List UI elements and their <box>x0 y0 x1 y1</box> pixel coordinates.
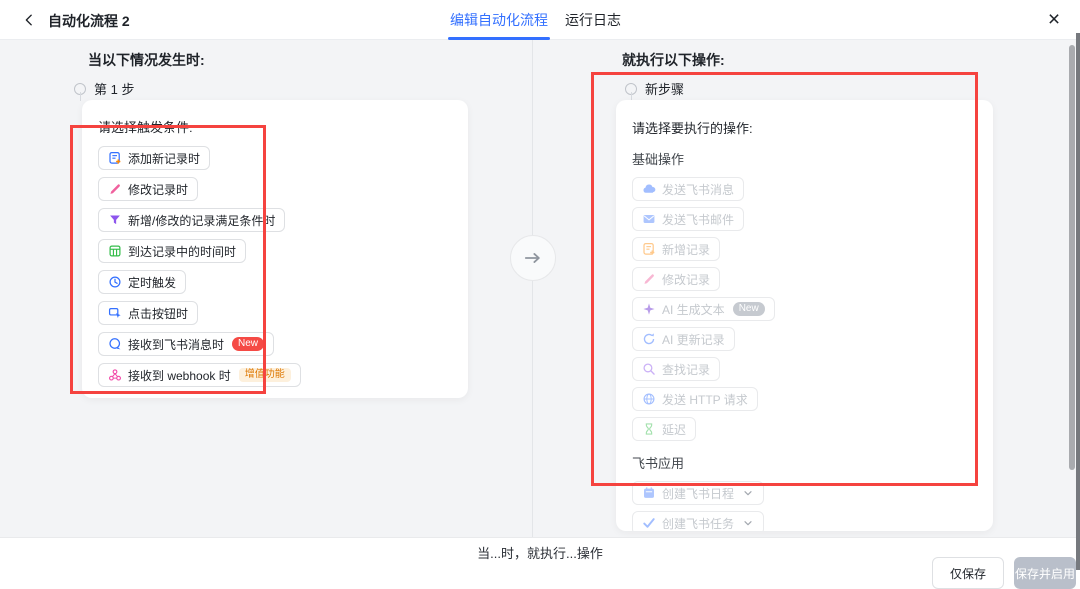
action-button[interactable]: AI 生成文本 New <box>632 297 775 321</box>
record-add-icon <box>642 242 656 256</box>
action-button[interactable]: 查找记录 <box>632 357 720 381</box>
close-icon[interactable]: × <box>1040 6 1068 34</box>
sparkle-icon <box>642 302 656 316</box>
funnel-icon <box>108 213 122 227</box>
record-add-icon <box>108 151 122 165</box>
column-divider <box>532 40 533 537</box>
trigger-card-title: 请选择触发条件: <box>98 117 452 136</box>
search-icon <box>642 362 656 376</box>
button-label: 点击按钮时 <box>128 305 188 322</box>
trigger-card: 请选择触发条件: 添加新记录时修改记录时新增/修改的记录满足条件时到达记录中的时… <box>82 100 468 398</box>
page-title: 自动化流程 2 <box>48 11 130 31</box>
button-label: 添加新记录时 <box>128 150 200 167</box>
flow-summary-text: 当...时，就执行...操作 <box>0 543 1080 562</box>
trigger-button[interactable]: 点击按钮时 <box>98 301 198 325</box>
action-card: 请选择要执行的操作: 基础操作发送飞书消息发送飞书邮件新增记录修改记录 AI 生成… <box>616 100 993 531</box>
chat-icon <box>108 337 122 351</box>
button-label: 接收到飞书消息时 <box>128 336 224 353</box>
active-tab-underline <box>448 37 550 40</box>
step-connector-line <box>80 92 81 101</box>
trigger-button[interactable]: 接收到 webhook 时增值功能 <box>98 363 301 387</box>
save-and-enable-button[interactable]: 保存并启用 <box>1014 557 1076 589</box>
action-button[interactable]: 发送 HTTP 请求 <box>632 387 758 411</box>
trigger-button[interactable]: 定时触发 <box>98 270 186 294</box>
badge-orange: 增值功能 <box>239 368 291 382</box>
button-label: 创建飞书日程 <box>662 485 734 502</box>
action-button[interactable]: 修改记录 <box>632 267 720 291</box>
action-section-title: 飞书应用 <box>632 453 977 472</box>
new-step-radio-row[interactable]: 新步骤 <box>625 79 684 98</box>
button-label: 延迟 <box>662 421 686 438</box>
action-button[interactable]: 创建飞书日程 <box>632 481 764 505</box>
action-button[interactable]: 发送飞书消息 <box>632 177 744 201</box>
step-label: 第 1 步 <box>94 79 134 98</box>
tab-log-label: 运行日志 <box>565 12 621 28</box>
trigger-button[interactable]: 新增/修改的记录满足条件时 <box>98 208 285 232</box>
button-label: 修改记录时 <box>128 181 188 198</box>
badge-red: New <box>232 337 264 351</box>
trigger-button[interactable]: 修改记录时 <box>98 177 198 201</box>
button-label: 查找记录 <box>662 361 710 378</box>
action-section-title: 基础操作 <box>632 149 977 168</box>
back-button[interactable] <box>18 9 40 31</box>
action-sections: 基础操作发送飞书消息发送飞书邮件新增记录修改记录 AI 生成文本 New AI 更新记… <box>632 149 977 531</box>
chevron-down-icon <box>742 487 754 499</box>
action-button[interactable]: 新增记录 <box>632 237 720 261</box>
save-only-button[interactable]: 仅保存 <box>932 557 1004 589</box>
footer-bar: 当...时，就执行...操作 仅保存 保存并启用 <box>0 537 1080 570</box>
pencil-icon <box>642 272 656 286</box>
action-button[interactable]: 延迟 <box>632 417 696 441</box>
action-button[interactable]: 创建飞书任务 <box>632 511 764 531</box>
button-label: 发送 HTTP 请求 <box>662 391 748 408</box>
globe-icon <box>642 392 656 406</box>
button-label: 定时触发 <box>128 274 176 291</box>
button-label: 到达记录中的时间时 <box>128 243 236 260</box>
action-column-heading: 就执行以下操作: <box>622 50 725 70</box>
flow-arrow-button <box>510 235 556 281</box>
button-label: 发送飞书消息 <box>662 181 734 198</box>
cursor-click-icon <box>108 306 122 320</box>
action-card-title: 请选择要执行的操作: <box>632 118 977 137</box>
button-label: 接收到 webhook 时 <box>128 367 231 384</box>
trigger-list: 添加新记录时修改记录时新增/修改的记录满足条件时到达记录中的时间时定时触发点击按… <box>98 146 452 387</box>
action-button[interactable]: 发送飞书邮件 <box>632 207 744 231</box>
step-1-radio-row[interactable]: 第 1 步 <box>74 79 134 98</box>
button-label: 发送飞书邮件 <box>662 211 734 228</box>
action-button[interactable]: AI 更新记录 <box>632 327 735 351</box>
button-label: 新增/修改的记录满足条件时 <box>128 212 275 229</box>
button-label: 新增记录 <box>662 241 710 258</box>
refresh-icon <box>642 332 656 346</box>
tab-run-log[interactable]: 运行日志 <box>565 0 621 40</box>
cloud-icon <box>642 182 656 196</box>
webhook-icon <box>108 368 122 382</box>
vertical-scrollbar[interactable] <box>1069 45 1075 470</box>
button-label: AI 更新记录 <box>662 331 725 348</box>
editor-canvas: 当以下情况发生时: 第 1 步 请选择触发条件: 添加新记录时修改记录时新增/修… <box>0 40 1080 537</box>
tab-edit-automation[interactable]: 编辑自动化流程 <box>450 0 548 40</box>
chevron-left-icon <box>22 13 36 27</box>
calendar-icon <box>642 486 656 500</box>
pencil-icon <box>108 182 122 196</box>
trigger-column-heading: 当以下情况发生时: <box>88 50 205 70</box>
chevron-down-icon <box>742 517 754 529</box>
window-edge <box>1076 33 1080 570</box>
button-label: 创建飞书任务 <box>662 515 734 532</box>
tab-edit-label: 编辑自动化流程 <box>450 12 548 28</box>
trigger-button[interactable]: 接收到飞书消息时 New <box>98 332 274 356</box>
arrow-right-icon <box>524 251 542 265</box>
badge-gray: New <box>733 302 765 316</box>
top-bar: 自动化流程 2 编辑自动化流程 运行日志 × <box>0 0 1080 40</box>
mail-icon <box>642 212 656 226</box>
trigger-button[interactable]: 到达记录中的时间时 <box>98 239 246 263</box>
hourglass-icon <box>642 422 656 436</box>
check-icon <box>642 516 656 530</box>
calendar-grid-icon <box>108 244 122 258</box>
step-label: 新步骤 <box>645 79 684 98</box>
button-label: AI 生成文本 <box>662 301 725 318</box>
button-label: 修改记录 <box>662 271 710 288</box>
clock-icon <box>108 275 122 289</box>
trigger-button[interactable]: 添加新记录时 <box>98 146 210 170</box>
